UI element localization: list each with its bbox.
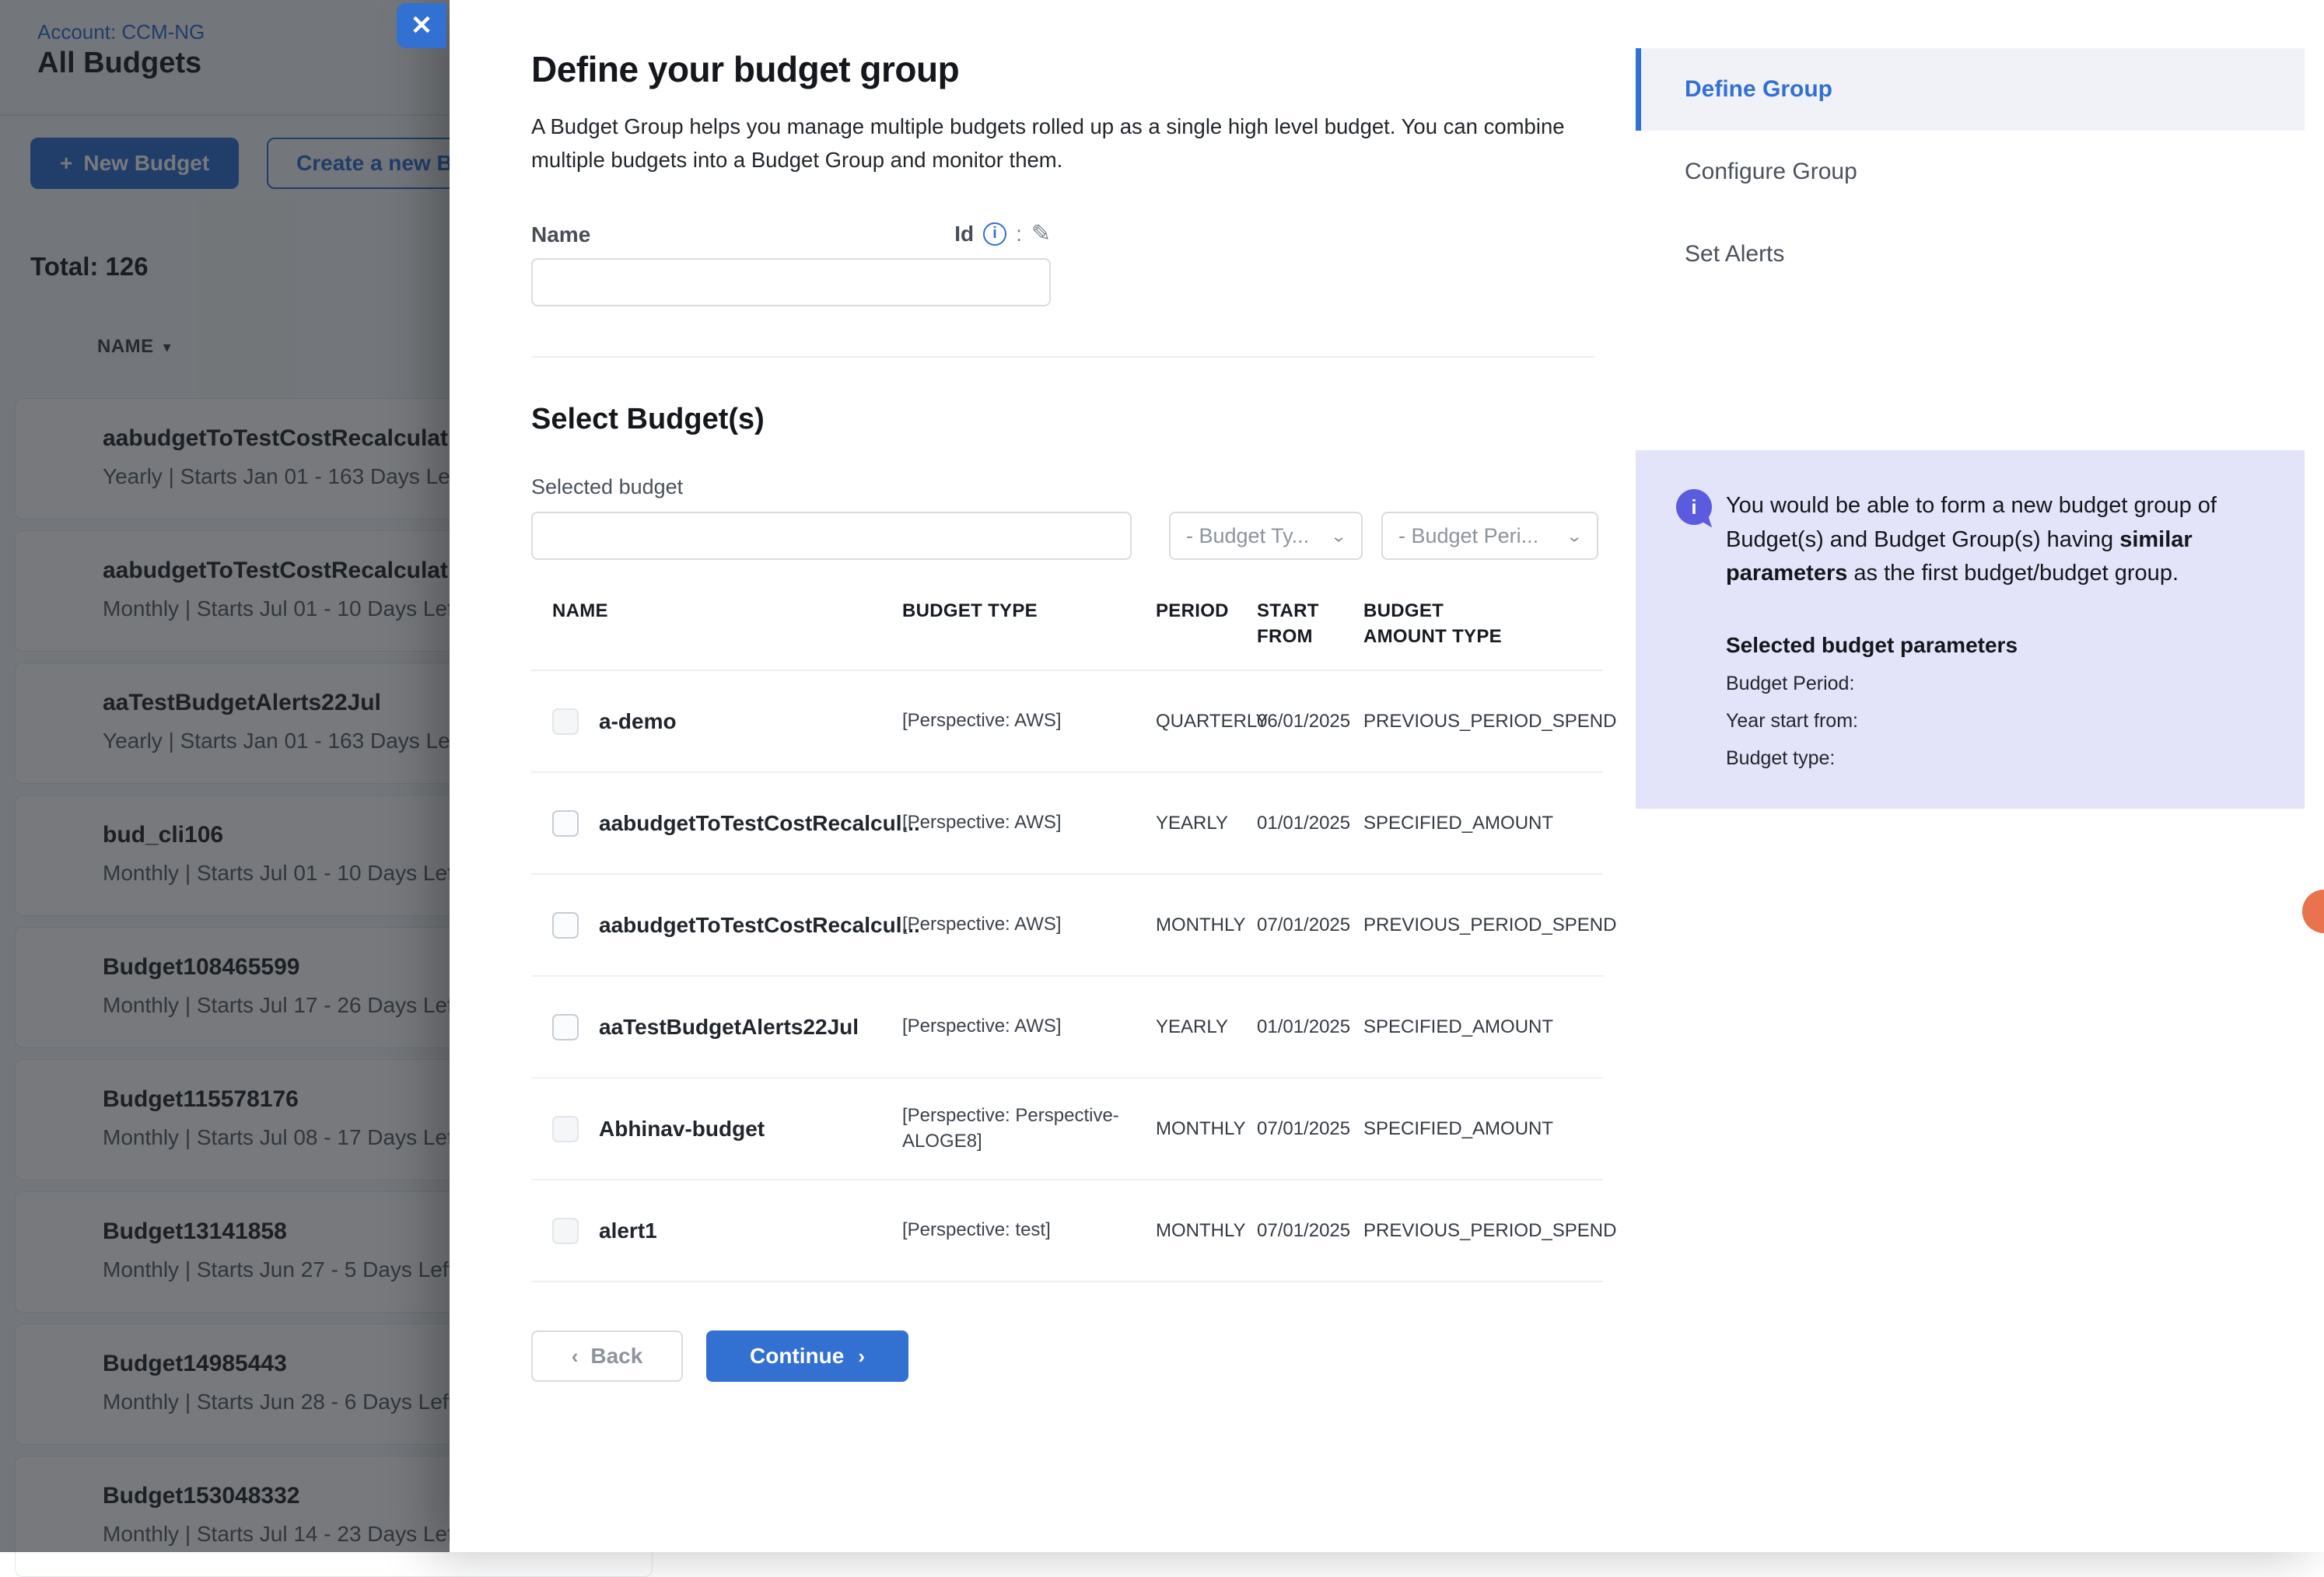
budget-search-input[interactable] [531, 512, 1132, 560]
id-group: Id i : ✎ [954, 220, 1051, 247]
row-period: MONTHLY [1156, 914, 1257, 936]
table-row: a-demo [Perspective: AWS] QUARTERLY 06/0… [531, 671, 1603, 773]
chevron-down-icon: ⌄ [1566, 526, 1583, 546]
wizard-steps-sidebar: Define Group Configure Group Set Alerts … [1636, 0, 2305, 809]
name-label: Name [531, 222, 590, 247]
info-text: You would be able to form a new budget g… [1726, 489, 2263, 591]
divider [531, 356, 1595, 358]
table-row: aabudgetToTestCostRecalcul... [Perspecti… [531, 875, 1603, 977]
row-name: a-demo [599, 709, 677, 734]
info-icon[interactable]: i [983, 222, 1006, 246]
row-checkbox[interactable] [552, 912, 579, 939]
row-budget-type: [Perspective: AWS] [902, 810, 1132, 835]
row-start-from: 07/01/2025 [1257, 914, 1363, 936]
row-checkbox[interactable] [552, 708, 579, 735]
chevron-left-icon: ‹ [572, 1344, 579, 1369]
info-text-part2: as the first budget/budget group. [1847, 561, 2179, 586]
col-budget-amount-type: BUDGET AMOUNT TYPE [1363, 599, 1527, 649]
budget-type-dropdown[interactable]: - Budget Ty... ⌄ [1169, 512, 1363, 560]
param-year-start: Year start from: [1726, 710, 2263, 733]
row-amount-type: PREVIOUS_PERIOD_SPEND [1363, 1220, 1587, 1242]
row-amount-type: SPECIFIED_AMOUNT [1363, 813, 1587, 834]
row-budget-type: [Perspective: Perspective-ALOGE8] [902, 1103, 1132, 1154]
row-amount-type: SPECIFIED_AMOUNT [1363, 1118, 1587, 1140]
row-period: QUARTERLY [1156, 711, 1257, 733]
row-checkbox[interactable] [552, 810, 579, 837]
row-budget-type: [Perspective: test] [902, 1218, 1132, 1243]
row-amount-type: SPECIFIED_AMOUNT [1363, 1016, 1587, 1038]
back-button[interactable]: ‹ Back [531, 1330, 683, 1382]
id-label: Id [954, 222, 974, 247]
row-name: Abhinav-budget [599, 1117, 765, 1142]
info-panel: i You would be able to form a new budget… [1636, 450, 2305, 809]
id-separator: : [1016, 222, 1022, 247]
row-period: MONTHLY [1156, 1118, 1257, 1140]
param-budget-type: Budget type: [1726, 747, 2263, 770]
step-set-alerts[interactable]: Set Alerts [1636, 213, 2305, 295]
row-budget-type: [Perspective: AWS] [902, 1014, 1132, 1039]
continue-button[interactable]: Continue › [706, 1330, 908, 1382]
row-period: MONTHLY [1156, 1220, 1257, 1242]
row-period: YEARLY [1156, 1016, 1257, 1038]
row-checkbox[interactable] [552, 1014, 579, 1040]
selected-budget-label: Selected budget [531, 475, 1608, 499]
group-name-input[interactable] [531, 258, 1051, 306]
drawer-footer: ‹ Back Continue › [531, 1330, 1608, 1382]
row-amount-type: PREVIOUS_PERIOD_SPEND [1363, 914, 1587, 936]
row-start-from: 07/01/2025 [1257, 1118, 1363, 1140]
budget-period-value: - Budget Peri... [1398, 524, 1538, 548]
budget-period-dropdown[interactable]: - Budget Peri... ⌄ [1381, 512, 1598, 560]
budget-group-drawer: Define your budget group A Budget Group … [450, 0, 2324, 1552]
table-row: aaTestBudgetAlerts22Jul [Perspective: AW… [531, 977, 1603, 1079]
table-row: alert1 [Perspective: test] MONTHLY 07/01… [531, 1180, 1603, 1282]
info-bubble-icon: i [1676, 489, 1712, 525]
table-row: aabudgetToTestCostRecalcul... [Perspecti… [531, 773, 1603, 875]
drawer-description: A Budget Group helps you manage multiple… [531, 110, 1603, 177]
chevron-down-icon: ⌄ [1330, 526, 1347, 546]
row-name: alert1 [599, 1219, 657, 1243]
budget-type-value: - Budget Ty... [1186, 524, 1309, 548]
row-period: YEARLY [1156, 813, 1257, 834]
row-checkbox[interactable] [552, 1116, 579, 1142]
row-name: aabudgetToTestCostRecalcul... [599, 913, 920, 938]
row-checkbox[interactable] [552, 1218, 579, 1244]
col-period: PERIOD [1156, 599, 1257, 624]
row-name: aaTestBudgetAlerts22Jul [599, 1015, 859, 1040]
continue-label: Continue [750, 1344, 844, 1369]
row-budget-type: [Perspective: AWS] [902, 708, 1132, 733]
row-budget-type: [Perspective: AWS] [902, 912, 1132, 937]
modal-backdrop[interactable] [0, 0, 450, 1552]
selected-params-heading: Selected budget parameters [1726, 633, 2263, 658]
chevron-right-icon: › [858, 1344, 865, 1369]
select-budgets-heading: Select Budget(s) [531, 403, 1608, 436]
row-start-from: 01/01/2025 [1257, 813, 1363, 834]
col-start-from: START FROM [1257, 599, 1331, 649]
close-button[interactable]: ✕ [397, 3, 446, 48]
close-icon: ✕ [411, 10, 433, 41]
row-amount-type: PREVIOUS_PERIOD_SPEND [1363, 711, 1587, 733]
table-header: NAME BUDGET TYPE PERIOD START FROM BUDGE… [531, 591, 1603, 671]
step-define-group[interactable]: Define Group [1636, 48, 2305, 131]
row-start-from: 07/01/2025 [1257, 1220, 1363, 1242]
param-budget-period: Budget Period: [1726, 673, 2263, 695]
name-field-header: Name Id i : ✎ [531, 220, 1051, 247]
budgets-table: NAME BUDGET TYPE PERIOD START FROM BUDGE… [531, 591, 1603, 1282]
table-row: Abhinav-budget [Perspective: Perspective… [531, 1079, 1603, 1180]
drawer-title: Define your budget group [531, 48, 1608, 90]
col-name: NAME [552, 599, 902, 624]
step-configure-group[interactable]: Configure Group [1636, 131, 2305, 213]
back-label: Back [590, 1344, 642, 1369]
col-budget-type: BUDGET TYPE [902, 599, 1156, 624]
edit-icon[interactable]: ✎ [1031, 220, 1051, 247]
filters-row: - Budget Ty... ⌄ - Budget Peri... ⌄ [531, 512, 1608, 560]
row-start-from: 01/01/2025 [1257, 1016, 1363, 1038]
row-name: aabudgetToTestCostRecalcul... [599, 811, 920, 836]
drawer-main: Define your budget group A Budget Group … [531, 0, 1608, 1382]
row-start-from: 06/01/2025 [1257, 711, 1363, 733]
